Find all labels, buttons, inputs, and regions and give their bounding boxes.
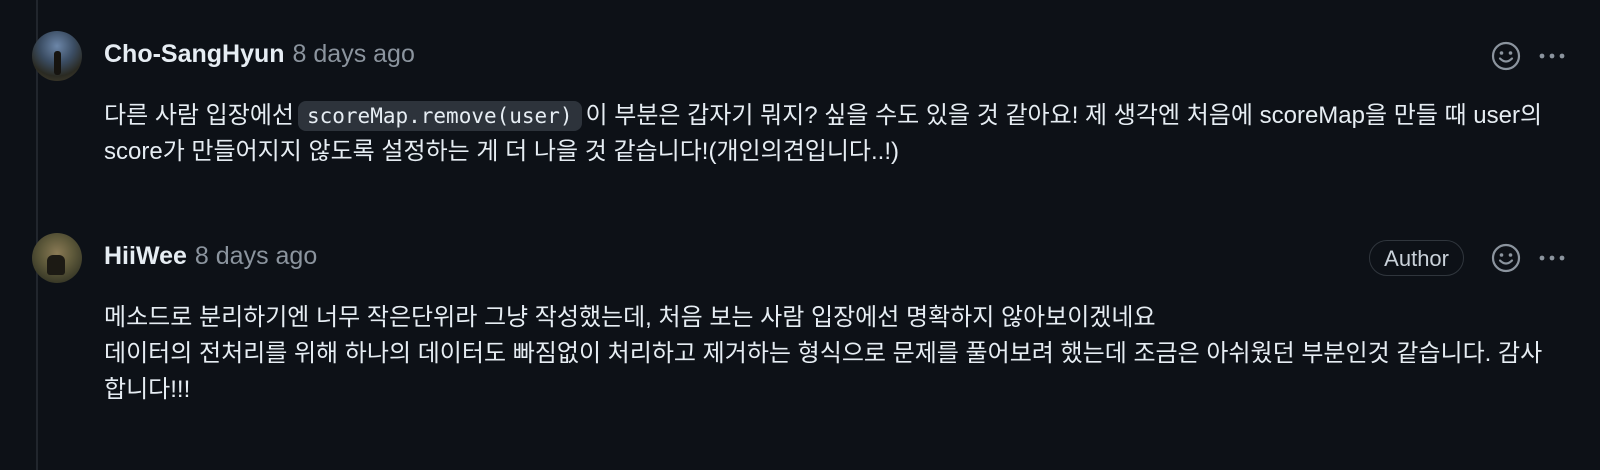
smiley-icon[interactable] <box>1488 38 1524 74</box>
body-text: 다른 사람 입장에선 <box>104 102 294 129</box>
comment-header: HiiWee 8 days ago <box>104 240 317 272</box>
timestamp[interactable]: 8 days ago <box>293 40 415 69</box>
author-name[interactable]: HiiWee <box>104 242 187 271</box>
avatar[interactable] <box>32 233 82 283</box>
comment-actions: Author <box>1369 240 1570 276</box>
avatar-figure <box>54 51 61 75</box>
inline-code: scoreMap.remove(user) <box>297 101 582 131</box>
smiley-icon[interactable] <box>1488 240 1524 276</box>
author-badge: Author <box>1369 240 1464 276</box>
comment-paragraph: 데이터의 전처리를 위해 하나의 데이터도 빠짐없이 처리하고 제거하는 형식으… <box>104 340 1543 403</box>
comment-paragraph: 다른 사람 입장에선 scoreMap.remove(user) 이 부분은 갑자기… <box>104 98 1544 170</box>
comment-header: Cho-SangHyun 8 days ago <box>104 38 415 70</box>
author-name[interactable]: Cho-SangHyun <box>104 40 285 69</box>
avatar-figure <box>47 255 65 275</box>
avatar[interactable] <box>32 31 82 81</box>
comment-body: 다른 사람 입장에선 scoreMap.remove(user) 이 부분은 갑자기… <box>104 98 1544 170</box>
comment-body: 메소드로 분리하기엔 너무 작은단위라 그냥 작성했는데, 처음 보는 사람 입… <box>104 300 1544 408</box>
kebab-menu-icon[interactable] <box>1534 38 1570 74</box>
comment-paragraph: 메소드로 분리하기엔 너무 작은단위라 그냥 작성했는데, 처음 보는 사람 입… <box>104 304 1156 331</box>
comment-thread: Cho-SangHyun 8 days ago 다른 사람 입장에선 score… <box>0 0 1600 470</box>
timestamp[interactable]: 8 days ago <box>195 242 317 271</box>
comment-actions <box>1488 38 1570 74</box>
kebab-menu-icon[interactable] <box>1534 240 1570 276</box>
